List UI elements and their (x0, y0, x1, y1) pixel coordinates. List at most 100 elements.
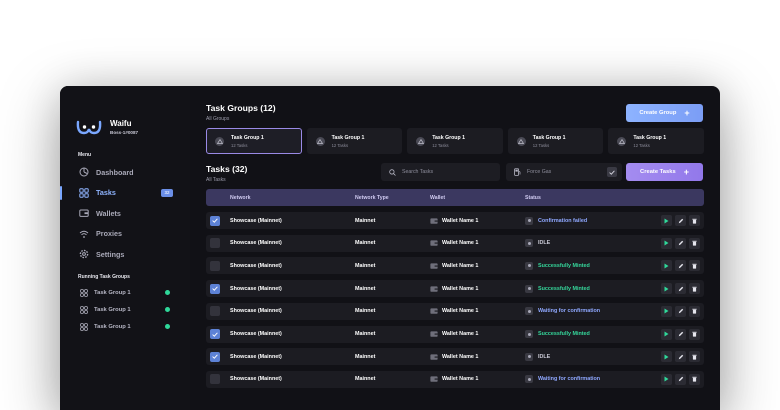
column-header-network[interactable]: Network (230, 195, 250, 201)
running-group-item[interactable]: Task Group 1 (60, 318, 190, 335)
delete-button[interactable] (689, 328, 700, 340)
running-group-item[interactable]: Task Group 1 (60, 284, 190, 301)
delete-icon (692, 377, 697, 382)
play-button[interactable] (661, 237, 672, 249)
network-cell: Showcase (Mainnet) (230, 285, 282, 292)
edit-button[interactable] (675, 237, 686, 249)
network-type-cell: Mainnet (355, 285, 376, 292)
task-group-card[interactable]: Task Group 1 12 Tasks (407, 128, 503, 154)
force-gas-checkbox[interactable] (607, 167, 617, 177)
sidebar-item-tasks[interactable]: Tasks 32 (60, 183, 190, 204)
column-header-network-type[interactable]: Network Type (355, 195, 389, 201)
edit-button[interactable] (675, 373, 686, 385)
delete-button[interactable] (689, 305, 700, 317)
group-task-count: 12 Tasks (532, 142, 550, 148)
play-button[interactable] (661, 328, 672, 340)
row-actions (661, 373, 700, 385)
table-row[interactable]: Showcase (Mainnet) Mainnet Wallet Name 1 Su… (206, 325, 704, 343)
delete-button[interactable] (689, 351, 700, 363)
search-box (381, 163, 500, 181)
fuel-pump-icon (514, 168, 521, 176)
check-icon (212, 331, 218, 337)
sidebar-item-dashboard[interactable]: Dashboard (60, 162, 190, 183)
edit-button[interactable] (675, 351, 686, 363)
edit-button[interactable] (675, 305, 686, 317)
edit-button[interactable] (675, 328, 686, 340)
group-task-count: 12 Tasks (432, 142, 449, 148)
edit-button[interactable] (675, 260, 686, 272)
task-group-card[interactable]: Task Group 1 12 Tasks (507, 128, 604, 154)
table-row[interactable]: Showcase (Mainnet) Mainnet Wallet Name 1 Wa… (206, 302, 704, 320)
play-button[interactable] (661, 215, 672, 226)
row-checkbox[interactable] (210, 306, 220, 317)
task-group-card[interactable]: Task Group 1 12 Tasks (206, 128, 302, 154)
delete-icon (692, 354, 697, 360)
delete-button[interactable] (689, 215, 700, 226)
delete-button[interactable] (689, 237, 700, 249)
delete-button[interactable] (689, 373, 700, 385)
delete-button[interactable] (689, 260, 700, 272)
table-row[interactable]: Showcase (Mainnet) Mainnet Wallet Name 1 Co… (206, 212, 704, 229)
row-checkbox[interactable] (210, 351, 220, 362)
status-dot-icon (525, 216, 533, 225)
table-row[interactable]: Showcase (Mainnet) Mainnet Wallet Name 1 Su… (206, 257, 704, 275)
network-cell: Showcase (Mainnet) (230, 353, 282, 360)
play-button[interactable] (661, 283, 672, 295)
wallet-cell: Wallet Name 1 (442, 353, 479, 360)
row-checkbox[interactable] (210, 374, 220, 385)
sidebar-item-settings[interactable]: Settings (60, 244, 190, 265)
play-button[interactable] (661, 351, 672, 363)
row-actions (661, 305, 700, 317)
row-checkbox[interactable] (210, 260, 220, 271)
user-id: Boss-1#0087 (110, 130, 139, 135)
play-button[interactable] (661, 305, 672, 317)
table-row[interactable]: Showcase (Mainnet) Mainnet Wallet Name 1 ID… (206, 234, 704, 252)
running-group-item[interactable]: Task Group 1 (60, 301, 190, 318)
edit-icon (678, 354, 683, 359)
status-cell: IDLE (538, 240, 551, 247)
edit-button[interactable] (675, 283, 686, 295)
search-icon (389, 168, 396, 176)
play-button[interactable] (661, 260, 672, 272)
status-cell: Confirmation failed (538, 217, 588, 224)
group-task-count: 12 Tasks (331, 142, 349, 148)
search-input[interactable] (402, 169, 492, 175)
force-gas-field[interactable]: Force Gas (506, 163, 622, 181)
running-group-label: Task Group 1 (94, 306, 131, 313)
running-status-dot (165, 324, 170, 329)
group-avatar-icon (215, 136, 224, 146)
tasks-grid-icon (80, 288, 88, 297)
sidebar-item-wallets[interactable]: Wallets (60, 203, 190, 224)
table-row[interactable]: Showcase (Mainnet) Mainnet Wallet Name 1 Wa… (206, 370, 704, 388)
row-checkbox[interactable] (210, 329, 220, 339)
create-group-button[interactable]: Create Group + (626, 104, 703, 122)
status-cell: Waiting for confirmation (538, 376, 601, 383)
table-row[interactable]: Showcase (Mainnet) Mainnet Wallet Name 1 ID… (206, 348, 704, 366)
status-dot-icon (525, 239, 533, 248)
edit-button[interactable] (675, 215, 686, 226)
delete-icon (692, 218, 697, 224)
status-cell: Successfully Minted (538, 262, 590, 269)
delete-button[interactable] (689, 283, 700, 295)
create-tasks-button[interactable]: Create Tasks + (626, 163, 703, 181)
dashboard-icon (79, 167, 89, 177)
group-name: Task Group 1 (432, 134, 465, 141)
brand: Waifu Boss-1#0087 (76, 119, 138, 135)
row-checkbox[interactable] (210, 215, 220, 226)
task-group-card[interactable]: Task Group 1 12 Tasks (608, 128, 704, 154)
tasks-grid-icon (80, 322, 88, 331)
row-checkbox[interactable] (210, 238, 220, 249)
sidebar-item-proxies[interactable]: Proxies (60, 224, 190, 245)
play-button[interactable] (661, 373, 672, 385)
tasks-table-header: Network Network Type Wallet Status (206, 189, 704, 206)
row-checkbox[interactable] (210, 283, 220, 294)
task-group-card[interactable]: Task Group 1 12 Tasks (306, 128, 403, 154)
column-header-status[interactable]: Status (525, 195, 541, 201)
status-cell: Successfully Minted (538, 331, 590, 337)
network-type-cell: Mainnet (355, 353, 376, 360)
app-name: Waifu (110, 119, 132, 128)
column-header-wallet[interactable]: Wallet (430, 195, 445, 201)
table-row[interactable]: Showcase (Mainnet) Mainnet Wallet Name 1 Su… (206, 280, 704, 298)
task-groups-title: Task Groups (12) (206, 103, 276, 113)
sidebar: Waifu Boss-1#0087 Menu Dashboard Tasks 3… (60, 86, 190, 410)
